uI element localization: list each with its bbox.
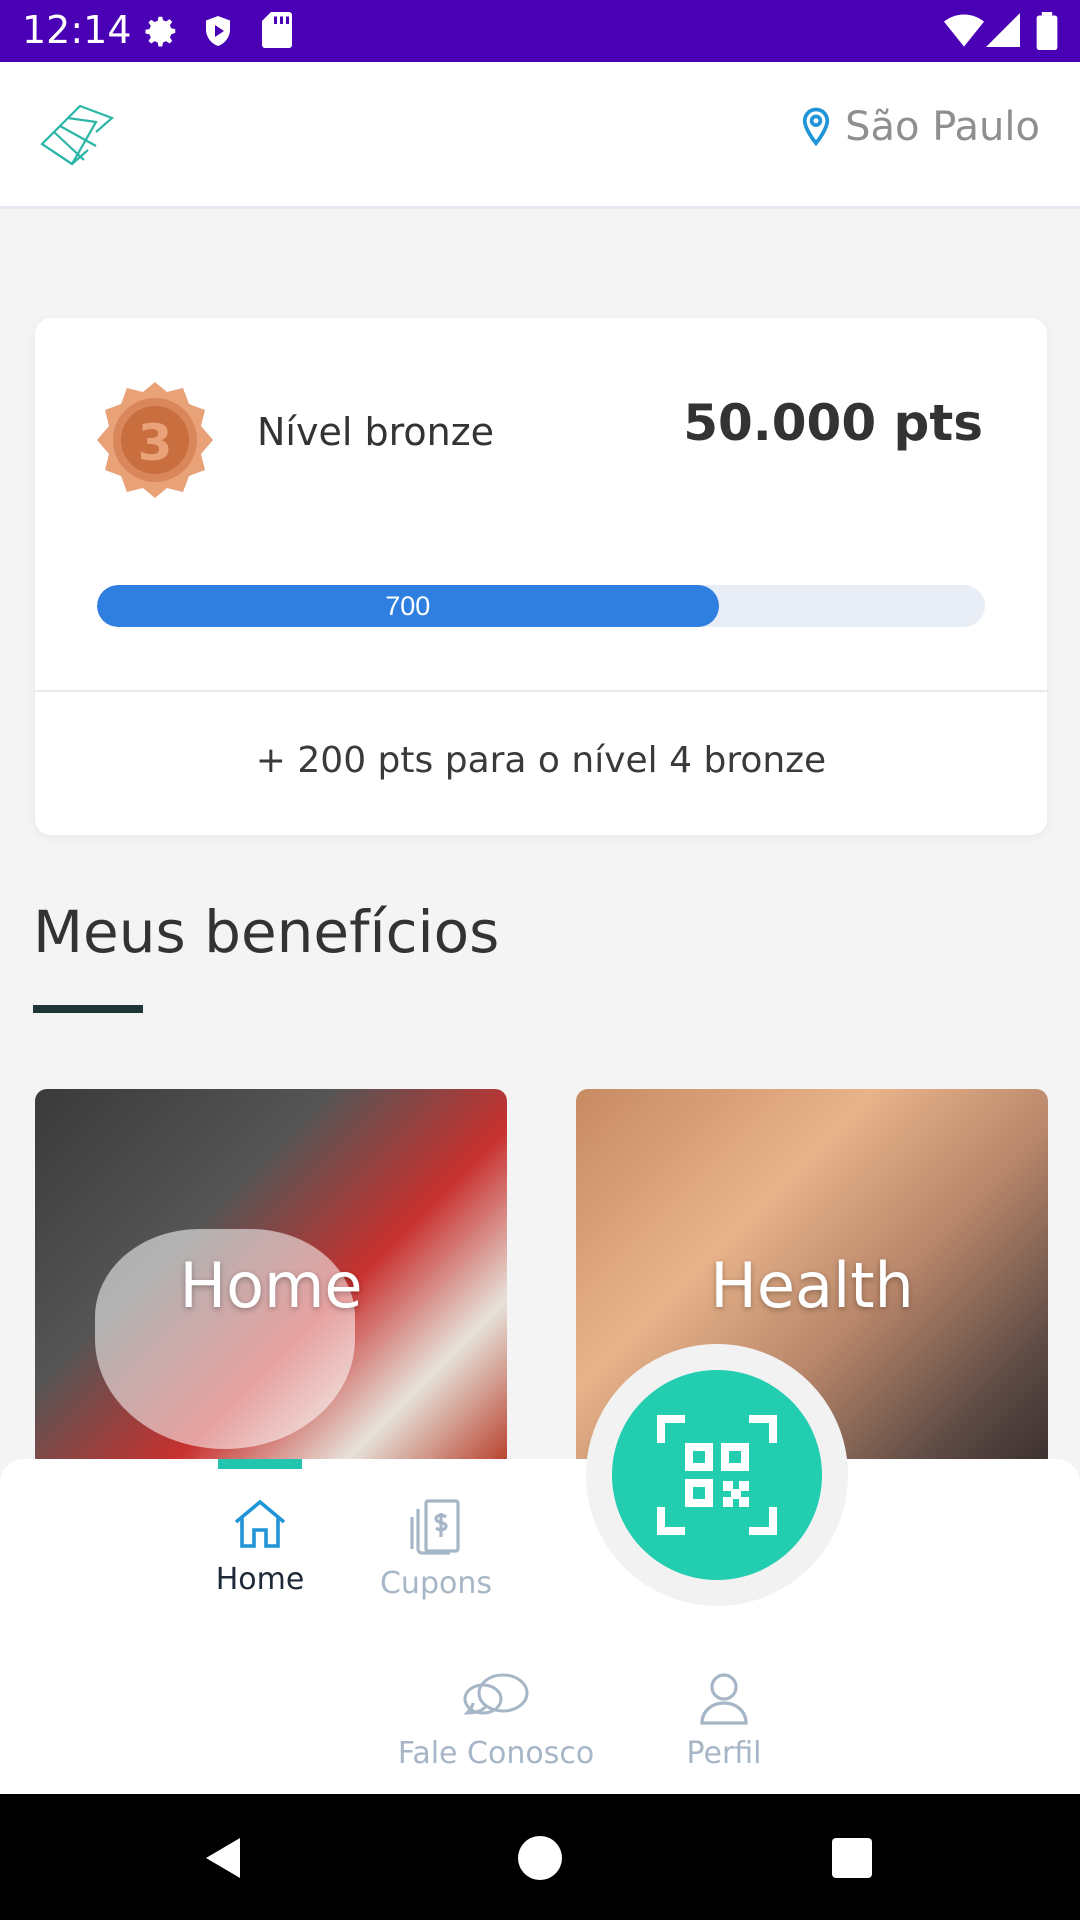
benefit-tile-label: Home: [179, 1249, 363, 1322]
level-card: 3 Nível bronze 50.000 pts 700 + 200 pts …: [35, 318, 1047, 835]
active-tab-indicator: [218, 1459, 302, 1469]
qr-scan-icon: [657, 1415, 777, 1535]
chat-icon: [463, 1673, 529, 1715]
battery-icon: [1036, 12, 1058, 50]
settings-icon: [145, 16, 176, 47]
level-label: Nível bronze: [257, 410, 495, 454]
title-underline: [33, 1005, 143, 1013]
wifi-icon: [944, 14, 984, 47]
level-progress-bar: 700: [97, 585, 985, 627]
status-time: 12:14: [22, 8, 132, 52]
benefit-tile-home[interactable]: Home: [35, 1089, 507, 1469]
nav-item-fale-conosco[interactable]: Fale Conosco: [396, 1669, 596, 1771]
bottom-navigation: Home Cupons Fale Conosco Perfil: [0, 1459, 1080, 1794]
shield-play-icon: [206, 16, 230, 46]
benefit-tile-label: Health: [710, 1249, 914, 1322]
next-level-text: + 200 pts para o nível 4 bronze: [255, 740, 827, 781]
qr-scan-button[interactable]: [612, 1370, 822, 1580]
nav-label: Cupons: [379, 1566, 492, 1601]
app-header: São Paulo: [0, 62, 1080, 209]
medal-number: 3: [137, 414, 173, 472]
location-pin-icon: [802, 107, 830, 147]
level-progress-fill: 700: [97, 585, 719, 627]
system-navigation-bar: [0, 1794, 1080, 1920]
nav-label: Home: [215, 1562, 305, 1597]
location-selector[interactable]: São Paulo: [801, 104, 1040, 150]
nav-item-home[interactable]: Home: [200, 1497, 320, 1597]
cellular-signal-icon: [986, 13, 1020, 47]
home-icon: [234, 1499, 286, 1548]
nav-label: Perfil: [686, 1736, 762, 1771]
recents-icon[interactable]: [830, 1836, 874, 1880]
user-icon: [700, 1673, 748, 1725]
sd-card-icon: [262, 12, 292, 48]
home-circle-icon[interactable]: [516, 1834, 564, 1882]
card-divider: [35, 690, 1047, 692]
back-icon[interactable]: [200, 1834, 248, 1882]
nav-item-cupons[interactable]: Cupons: [370, 1497, 502, 1601]
status-bar: 12:14: [0, 0, 1080, 62]
nav-item-perfil[interactable]: Perfil: [668, 1669, 780, 1771]
points-total: 50.000 pts: [683, 394, 983, 452]
brand-logo[interactable]: [38, 102, 116, 168]
progress-value: 700: [385, 590, 431, 621]
benefits-title: Meus benefícios: [33, 898, 500, 966]
location-name: São Paulo: [845, 104, 1040, 150]
nav-label: Fale Conosco: [397, 1736, 595, 1771]
coupon-icon: [410, 1499, 460, 1555]
